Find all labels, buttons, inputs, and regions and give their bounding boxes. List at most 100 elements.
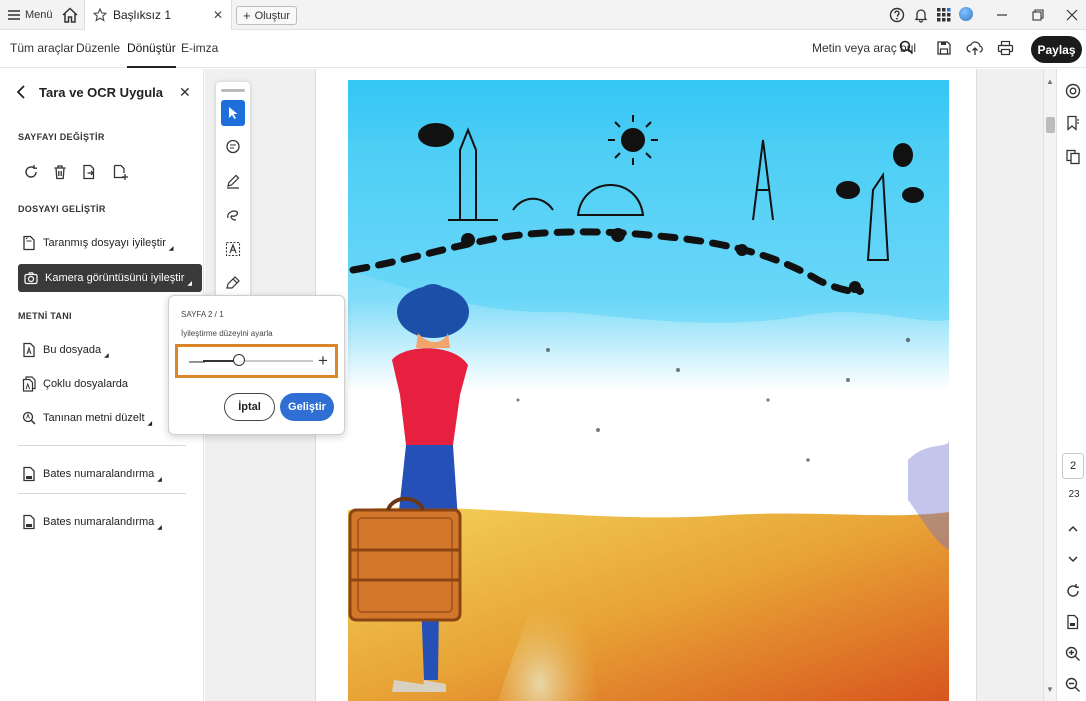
hamburger-icon [8, 10, 20, 20]
ai-assistant-icon[interactable] [1065, 83, 1081, 99]
menu-convert[interactable]: Dönüştür [127, 41, 176, 68]
increase-icon[interactable]: + [318, 351, 328, 371]
popup-page-indicator: SAYFA 2 / 1 [181, 310, 224, 319]
insert-page-icon[interactable] [112, 164, 128, 180]
page-image [348, 80, 949, 701]
text-box-tool-button[interactable] [221, 236, 245, 262]
vertical-scrollbar[interactable]: ▲ ▼ [1043, 69, 1056, 701]
comment-tool-button[interactable] [221, 134, 245, 160]
zoom-out-icon[interactable] [1065, 677, 1081, 693]
travel-illustration [348, 80, 949, 701]
enhance-button[interactable]: Geliştir [280, 393, 334, 421]
cursor-arrow-icon [229, 107, 238, 119]
pen-icon [227, 174, 240, 189]
section-change-page: SAYFAYI DEĞİŞTİR [18, 132, 105, 142]
recognize-multiple-files[interactable]: Çoklu dosyalarda [22, 372, 128, 396]
enhance-camera-image[interactable]: Kamera görüntüsünü iyileştir ◢ [18, 264, 203, 292]
bell-icon[interactable] [913, 7, 929, 23]
menu-all-tools[interactable]: Tüm araçlar [10, 41, 74, 55]
section-recognize-text: METNİ TANI [18, 311, 72, 321]
multiple-documents-icon [22, 376, 36, 392]
caret-icon: ◢ [187, 280, 193, 287]
bates-numbering-label-1: Bates numaralandırma [43, 468, 155, 480]
tab-close-icon[interactable]: ✕ [213, 8, 223, 22]
zoom-in-icon[interactable] [1065, 646, 1081, 662]
enhance-settings-popup: SAYFA 2 / 1 İyileştirme düzeyini ayarla … [168, 295, 345, 435]
plus-icon: + [243, 8, 251, 23]
apps-grid-icon[interactable] [936, 7, 952, 23]
bates-numbering-label-2: Bates numaralandırma [43, 516, 155, 528]
decrease-icon[interactable]: — [189, 353, 205, 371]
home-icon [62, 7, 78, 23]
bates-numbering-1[interactable]: Bates numaralandırma ◢ [22, 462, 162, 486]
restore-icon[interactable] [1028, 5, 1048, 25]
menu-e-sign[interactable]: E-imza [181, 41, 218, 55]
enhance-camera-label: Kamera görüntüsünü iyileştir [45, 272, 185, 284]
pages-icon[interactable] [1065, 149, 1081, 165]
correct-recognized-text[interactable]: Tanınan metni düzelt ◢ [22, 406, 152, 430]
enhance-scanned-file[interactable]: Taranmış dosyayı iyileştir ◢ [22, 231, 174, 255]
chevron-down-icon[interactable] [1065, 551, 1081, 567]
enhancement-slider-group: — + [175, 344, 338, 378]
enhancement-slider[interactable] [203, 354, 313, 366]
scroll-down-icon[interactable]: ▼ [1046, 685, 1054, 694]
bookmark-icon[interactable] [1065, 115, 1081, 131]
text-box-icon [225, 241, 241, 257]
total-pages: 23 [1068, 489, 1080, 500]
toolbar-grip[interactable] [221, 89, 245, 92]
current-page-input[interactable]: 2 [1062, 453, 1084, 479]
panel-title: Tara ve OCR Uygula [39, 85, 164, 100]
create-button[interactable]: + Oluştur [236, 6, 298, 25]
recognize-in-this-file[interactable]: Bu dosyada ◢ [22, 338, 109, 362]
document-text-icon [23, 342, 35, 358]
menu-button[interactable]: Menü [8, 6, 53, 24]
share-button[interactable]: Paylaş [1031, 36, 1082, 63]
cloud-upload-icon[interactable] [966, 40, 984, 56]
minimize-icon[interactable] [992, 5, 1012, 25]
bates-numbering-2[interactable]: Bates numaralandırma ◢ [22, 510, 162, 534]
back-arrow-icon[interactable] [14, 84, 28, 100]
avatar[interactable] [959, 7, 973, 21]
help-icon[interactable] [889, 7, 905, 23]
magnifier-text-icon [22, 411, 36, 425]
recognize-multiple-files-label: Çoklu dosyalarda [43, 378, 128, 390]
refresh-icon[interactable] [1065, 583, 1081, 599]
window-close-icon[interactable] [1062, 5, 1082, 25]
home-button[interactable] [60, 5, 80, 25]
panel-close-icon[interactable]: ✕ [179, 84, 191, 101]
scanned-document-icon [23, 235, 35, 251]
chevron-up-icon[interactable] [1065, 521, 1081, 537]
draw-tool-button[interactable] [221, 202, 245, 228]
caret-icon: ◢ [147, 420, 153, 427]
star-icon[interactable] [93, 8, 107, 22]
bates-document-icon [23, 514, 35, 530]
divider [18, 493, 186, 494]
recognize-in-this-file-label: Bu dosyada [43, 344, 102, 356]
rotate-icon[interactable] [23, 164, 39, 180]
section-enhance-file: DOSYAYI GELİŞTİR [18, 204, 106, 214]
document-tab[interactable]: Başlıksız 1 ✕ [84, 0, 232, 30]
sign-tool-button[interactable] [221, 270, 245, 296]
right-rail: 2 23 [1056, 69, 1086, 701]
print-icon[interactable] [997, 40, 1014, 56]
select-tool-button[interactable] [221, 100, 245, 126]
caret-icon: ◢ [168, 245, 174, 252]
search-icon[interactable] [899, 40, 914, 55]
comment-icon [226, 139, 240, 154]
delete-icon[interactable] [52, 164, 68, 180]
scroll-up-icon[interactable]: ▲ [1046, 77, 1054, 86]
extract-page-icon[interactable] [81, 164, 97, 180]
slider-thumb[interactable] [233, 354, 246, 366]
highlight-tool-button[interactable] [221, 168, 245, 194]
menu-edit[interactable]: Düzenle [76, 41, 120, 55]
divider [18, 445, 186, 446]
menu-label: Menü [25, 9, 53, 21]
cancel-button[interactable]: İptal [224, 393, 275, 421]
freehand-icon [227, 210, 239, 221]
page-fit-icon[interactable] [1065, 614, 1081, 630]
scroll-thumb[interactable] [1046, 117, 1055, 133]
title-bar: Menü Başlıksız 1 ✕ + Oluştur [0, 0, 1086, 30]
save-icon[interactable] [936, 40, 952, 56]
menu-bar: Tüm araçlar Düzenle Dönüştür E-imza Meti… [0, 30, 1086, 68]
document-tab-title: Başlıksız 1 [113, 8, 172, 22]
